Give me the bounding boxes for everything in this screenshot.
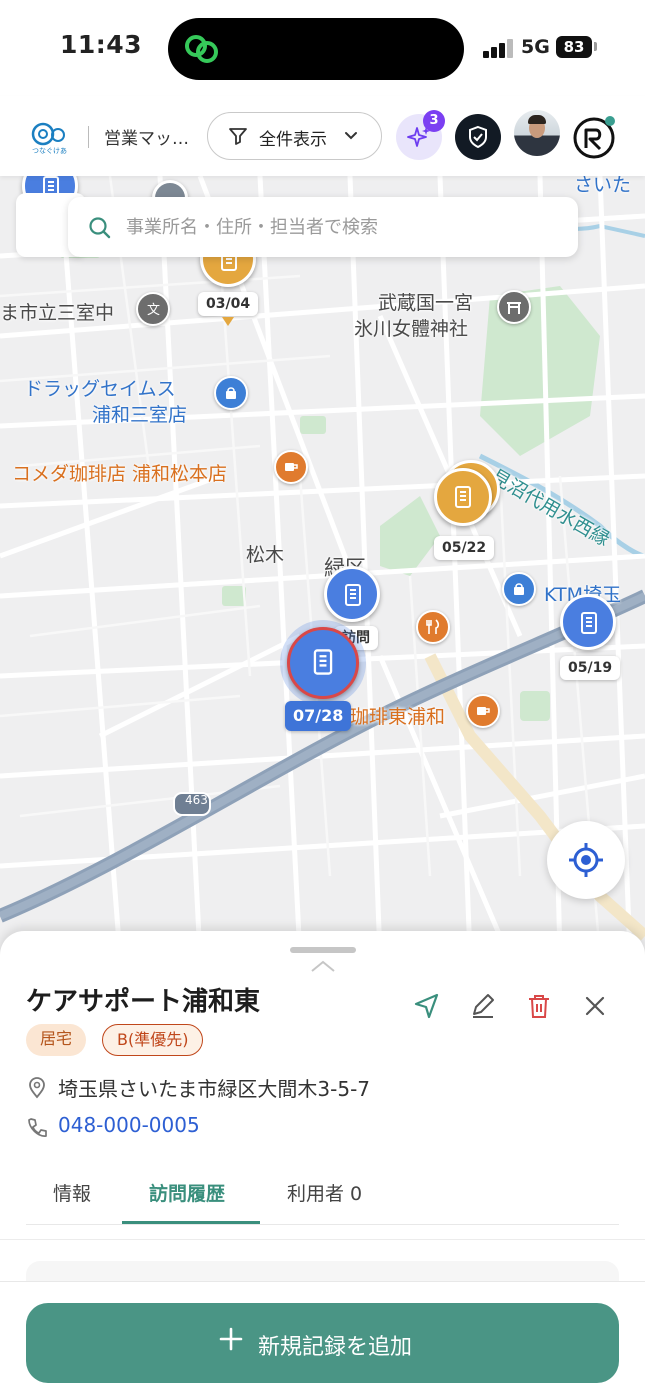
header-divider: [88, 126, 89, 148]
detail-tabs: 情報 訪問履歴 利用者 0: [26, 1163, 619, 1225]
search-input[interactable]: [126, 209, 556, 245]
pin-date-label: 05/22: [434, 536, 495, 560]
bottom-action-bar: 新規記録を追加: [0, 1281, 645, 1400]
page-title: 営業マッ…: [104, 129, 189, 149]
signal-icon: [483, 38, 517, 58]
app-header: つなぐけあ 営業マッ… 全件表示 3: [0, 96, 645, 176]
shopping-bag-icon[interactable]: [214, 376, 248, 410]
location-pin-icon: [29, 1077, 45, 1099]
delete-button[interactable]: [522, 989, 556, 1023]
cafe-icon[interactable]: [466, 694, 500, 728]
close-icon: [585, 996, 605, 1016]
shopping-bag-icon[interactable]: [502, 572, 536, 606]
map-label-shrine-1: 武蔵国一宮: [378, 292, 474, 314]
trash-icon: [529, 995, 549, 1018]
pin-date-label: 03/04: [198, 292, 259, 316]
map-label-komeda-2: 珈琲東浦和: [350, 706, 446, 728]
svg-text:文: 文: [147, 303, 160, 317]
search-box[interactable]: [68, 197, 578, 257]
add-record-button[interactable]: 新規記録を追加: [26, 1303, 619, 1383]
current-location-button[interactable]: [547, 821, 625, 899]
tab-visit-history[interactable]: 訪問履歴: [149, 1179, 225, 1206]
map-view[interactable]: 463 ま市立三室中 文 武蔵国一宮 氷川女體神社 ドラッグセイムス 浦和三室店…: [0, 176, 645, 956]
facility-pin[interactable]: [434, 468, 492, 526]
shrine-icon[interactable]: [497, 290, 531, 324]
tab-info[interactable]: 情報: [53, 1179, 91, 1206]
edit-button[interactable]: [466, 989, 500, 1023]
map-label-shrine-2: 氷川女體神社: [354, 318, 469, 340]
map-base: [0, 176, 645, 956]
map-label-matsuki: 松木: [246, 544, 285, 566]
plus-icon: [219, 1327, 243, 1351]
map-label-drugstore-1: ドラッグセイムス: [24, 378, 176, 400]
crosshair-icon: [569, 843, 603, 877]
r-logo-icon[interactable]: [572, 112, 620, 160]
sheet-drag-handle[interactable]: [290, 947, 356, 953]
map-label-saitama: さいた: [574, 176, 632, 196]
facility-detail-sheet: ケアサポート浦和東 居宅 B(準優先) 埼玉県さいたま市緑区大間木3-5-7 0…: [0, 931, 645, 1400]
navigate-button[interactable]: [410, 989, 444, 1023]
active-tab-indicator: [122, 1221, 260, 1224]
link-icon: [185, 35, 218, 63]
facility-phone-link[interactable]: 048-000-0005: [58, 1113, 200, 1137]
cafe-icon[interactable]: [274, 450, 308, 484]
navigation-arrow-icon: [414, 993, 439, 1019]
filter-label: 全件表示: [259, 130, 327, 150]
map-label-school: ま市立三室中: [0, 302, 115, 324]
status-bar: 11:43 5G 83: [0, 0, 645, 96]
facility-pin[interactable]: [324, 566, 380, 622]
phone-icon: [28, 1118, 47, 1137]
tab-users[interactable]: 利用者 0: [287, 1179, 362, 1206]
map-label-komeda: コメダ珈琲店 浦和松本店: [12, 463, 228, 485]
divider: [0, 1239, 645, 1240]
pin-date-label: 05/19: [560, 656, 621, 680]
shield-icon: [469, 125, 487, 149]
restaurant-icon[interactable]: [416, 610, 450, 644]
selected-facility-pin[interactable]: [287, 627, 359, 699]
filter-button[interactable]: 全件表示: [207, 112, 382, 160]
brand-subtitle: つなぐけあ: [32, 147, 67, 155]
route-number: 463: [185, 793, 208, 807]
search-icon: [89, 217, 111, 239]
chevron-up-icon[interactable]: [310, 959, 336, 973]
dynamic-island: [168, 18, 464, 80]
facility-pin[interactable]: [560, 594, 616, 650]
map-label-drugstore-2: 浦和三室店: [92, 404, 188, 426]
facility-name: ケアサポート浦和東: [26, 987, 261, 1017]
pin-tip: [222, 317, 234, 326]
pencil-icon: [473, 994, 494, 1018]
school-icon[interactable]: 文: [136, 292, 170, 326]
battery-icon: 83: [556, 36, 592, 58]
security-button[interactable]: [455, 114, 501, 160]
selected-pin-date-label: 07/28: [285, 701, 352, 731]
chevron-down-icon: [345, 132, 357, 140]
battery-tip: [594, 42, 597, 51]
network-type: 5G: [521, 36, 550, 58]
avatar[interactable]: [514, 110, 560, 156]
notification-badge: 3: [423, 110, 445, 132]
add-record-label: 新規記録を追加: [258, 1335, 413, 1360]
close-button[interactable]: [578, 989, 612, 1023]
status-time: 11:43: [60, 30, 143, 59]
category-tag: 居宅: [26, 1024, 87, 1056]
facility-address: 埼玉県さいたま市緑区大間木3-5-7: [58, 1077, 371, 1101]
filter-icon: [229, 128, 247, 145]
priority-tag: B(準優先): [102, 1024, 204, 1056]
